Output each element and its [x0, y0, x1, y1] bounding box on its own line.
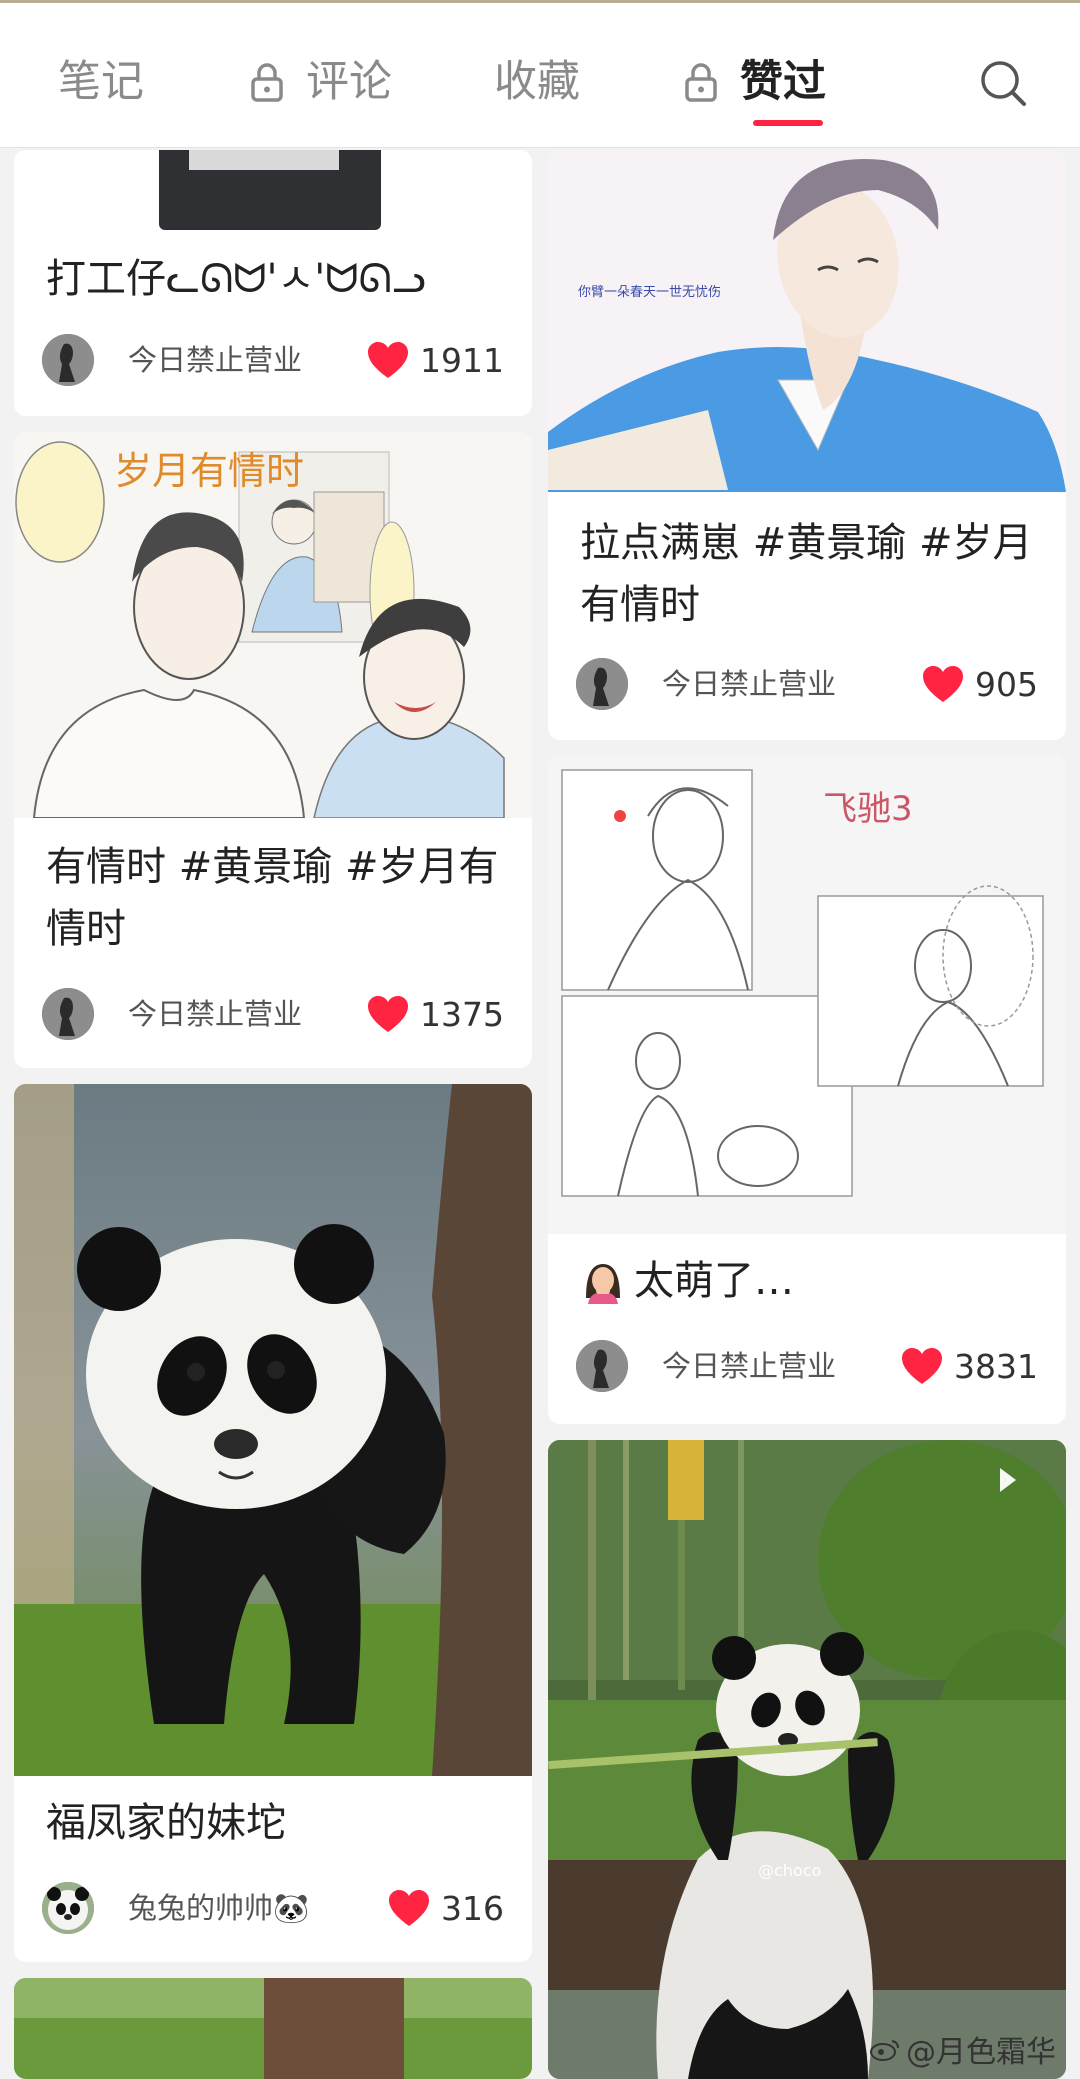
note-card[interactable]: 你臂一朵春天一世无忧伤 拉点满崽 #黄景瑜 #岁月有情时 今日禁止营业 905: [548, 150, 1066, 740]
status-strip: [0, 0, 1080, 3]
lock-icon: [251, 63, 283, 102]
heart-icon: [389, 1890, 429, 1926]
lock-icon: [685, 63, 717, 102]
note-title: 太萌了…: [580, 1250, 1038, 1312]
sketch-heading: 飞驰3: [823, 789, 913, 829]
watermark: @月色霜华: [870, 2027, 1056, 2071]
heart-icon: [902, 1348, 943, 1384]
watermark-text: @月色霜华: [906, 2035, 1056, 2070]
note-card[interactable]: 岁月有情时 有情时 #黄景瑜 #岁月有情时 今日禁止营业 1375: [14, 432, 532, 1068]
tab-liked[interactable]: 赞过: [684, 52, 826, 112]
woman-emoji-icon: [586, 1264, 620, 1304]
avatar[interactable]: [42, 988, 94, 1040]
note-card[interactable]: 打工仔ᓚᘏᗢ'ㅅ'ᗢᘏᓗ 今日禁止营业 1911: [14, 150, 532, 416]
author-name[interactable]: 今日禁止营业: [128, 994, 302, 1034]
like-count: 1375: [420, 994, 504, 1034]
like-count: 3831: [954, 1346, 1038, 1386]
note-title: 打工仔ᓚᘏᗢ'ㅅ'ᗢᘏᓗ: [46, 256, 426, 302]
like-button[interactable]: 3831: [900, 1344, 1038, 1388]
note-image: 你臂一朵春天一世无忧伤: [548, 150, 1066, 492]
weibo-icon: [870, 2040, 899, 2061]
note-meta: 今日禁止营业 1375: [42, 988, 504, 1040]
tab-label: 评论: [306, 57, 392, 107]
author-name[interactable]: 今日禁止营业: [662, 664, 836, 704]
like-button[interactable]: 316: [387, 1886, 504, 1930]
note-image: [14, 1084, 532, 1776]
search-icon[interactable]: [978, 58, 1028, 108]
note-image: [14, 150, 532, 230]
author-name[interactable]: 今日禁止营业: [128, 340, 302, 380]
tab-label: 笔记: [58, 57, 144, 107]
author-name[interactable]: 今日禁止营业: [662, 1346, 836, 1386]
like-count: 316: [441, 1888, 504, 1928]
note-card[interactable]: 飞驰3 太萌了… 今日禁止营业 3831: [548, 756, 1066, 1424]
note-title-text: 太萌了…: [634, 1258, 794, 1304]
like-count: 1911: [420, 340, 504, 380]
top-tab-bar: 笔记 评论 收藏 赞过: [0, 0, 1080, 148]
tab-comments[interactable]: 评论: [250, 52, 392, 112]
heart-icon: [368, 996, 409, 1032]
heart-icon: [368, 342, 409, 378]
note-image: [14, 1978, 532, 2079]
note-title: 福凤家的妹坨: [46, 1800, 286, 1846]
like-button[interactable]: 905: [921, 662, 1038, 706]
note-meta: 今日禁止营业 1911: [42, 334, 504, 386]
like-button[interactable]: 1911: [366, 338, 504, 382]
like-count: 905: [975, 664, 1038, 704]
tab-notes[interactable]: 笔记: [58, 52, 144, 112]
avatar[interactable]: [576, 658, 628, 710]
note-card[interactable]: [14, 1978, 532, 2079]
manga-heading: 岁月有情时: [114, 449, 304, 493]
avatar[interactable]: [42, 334, 94, 386]
note-title: 拉点满崽 #黄景瑜 #岁月有情时: [580, 520, 1033, 628]
tab-collections[interactable]: 收藏: [494, 52, 580, 112]
heart-icon: [923, 666, 963, 702]
note-card[interactable]: 福凤家的妹坨 兔兔的帅帅🐼 316: [14, 1084, 532, 1962]
note-card[interactable]: @choco: [548, 1440, 1066, 2079]
active-tab-indicator: [753, 120, 823, 126]
like-button[interactable]: 1375: [366, 992, 504, 1036]
note-image: @choco: [548, 1440, 1066, 2079]
note-title: 有情时 #黄景瑜 #岁月有情时: [46, 844, 499, 952]
note-meta: 兔兔的帅帅🐼 316: [42, 1882, 504, 1934]
note-meta: 今日禁止营业 905: [576, 658, 1038, 710]
image-caption: 你臂一朵春天一世无忧伤: [578, 285, 721, 300]
tab-label: 赞过: [740, 57, 826, 107]
avatar[interactable]: [576, 1340, 628, 1392]
author-name[interactable]: 兔兔的帅帅🐼: [128, 1888, 309, 1928]
note-image: 岁月有情时: [14, 432, 532, 818]
image-tag: @choco: [758, 1861, 821, 1880]
note-image: 飞驰3: [548, 756, 1066, 1234]
tab-label: 收藏: [494, 57, 580, 107]
avatar[interactable]: [42, 1882, 94, 1934]
note-meta: 今日禁止营业 3831: [576, 1340, 1038, 1392]
